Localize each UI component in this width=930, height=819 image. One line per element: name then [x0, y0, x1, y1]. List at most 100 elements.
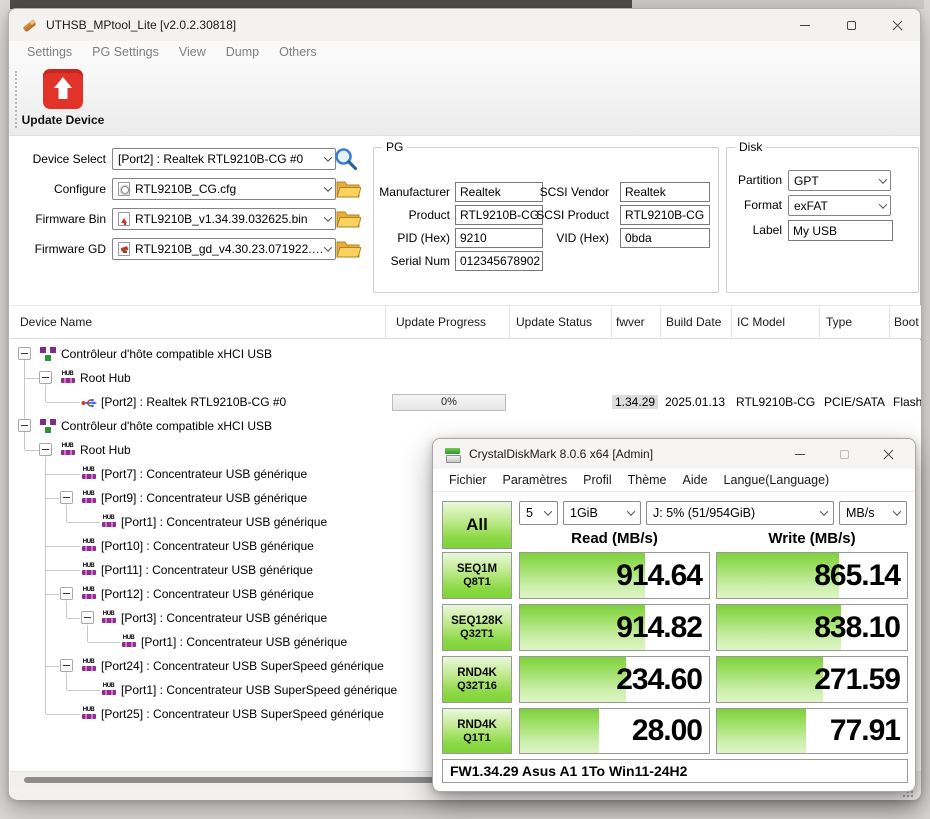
read-value: 914.82 — [616, 611, 702, 645]
volume-label-field[interactable]: My USB — [788, 220, 893, 241]
tree-row-controller-1[interactable]: Contrôleur d'hôte compatible xHCI USB — [10, 342, 921, 366]
update-device-button[interactable]: Update Device — [19, 69, 107, 127]
disk-groupbox: Disk Partition GPT Format exFAT Label My… — [726, 147, 919, 293]
menu-view[interactable]: View — [169, 45, 216, 59]
collapse-toggle-icon[interactable] — [60, 587, 73, 600]
test-name: SEQ1M — [457, 563, 497, 575]
disk-app-icon — [445, 447, 461, 462]
col-fwver[interactable]: fwver — [616, 315, 645, 329]
menu-parametres[interactable]: Paramètres — [495, 473, 576, 487]
menu-others[interactable]: Others — [269, 45, 327, 59]
cdm-menubar: Fichier Paramètres Profil Thème Aide Lan… — [433, 469, 915, 492]
crystaldiskmark-window: CrystalDiskMark 8.0.6 x64 [Admin] Fichie… — [432, 438, 916, 792]
unit-value: MB/s — [846, 506, 874, 520]
menu-pg-settings[interactable]: PG Settings — [82, 45, 169, 59]
read-value: 914.64 — [616, 559, 702, 593]
browse-config-folder-icon[interactable] — [335, 178, 361, 200]
test-count-combobox[interactable]: 5 — [519, 501, 558, 525]
device-select-combobox[interactable]: [Port2] : Realtek RTL9210B-CG #0 — [112, 148, 336, 170]
tree-row-root-hub-1[interactable]: Root Hub — [10, 366, 921, 390]
collapse-toggle-icon[interactable] — [18, 419, 31, 432]
configure-combobox[interactable]: RTL9210B_CG.cfg — [112, 178, 336, 200]
close-button[interactable] — [874, 9, 920, 41]
minimize-button[interactable] — [785, 439, 815, 469]
col-ic-model[interactable]: IC Model — [737, 315, 785, 329]
serial-num-field[interactable]: 012345678902 — [455, 251, 543, 271]
product-field[interactable]: RTL9210B-CG — [455, 205, 543, 225]
tree-row-label: [Port1] : Concentrateur USB SuperSpeed g… — [121, 683, 397, 697]
usb-drive-app-icon — [21, 17, 38, 34]
col-build-date[interactable]: Build Date — [666, 315, 721, 329]
build-date-cell: 2025.01.13 — [665, 395, 725, 409]
format-combobox[interactable]: exFAT — [788, 195, 891, 216]
rnd4k1-write-cell: 77.91 — [716, 708, 908, 754]
tree-row-controller-2[interactable]: Contrôleur d'hôte compatible xHCI USB — [10, 414, 921, 438]
tree-row-label: [Port24] : Concentrateur USB SuperSpeed … — [101, 659, 384, 673]
type-cell: PCIE/SATA — [824, 395, 885, 409]
browse-firmware-bin-folder-icon[interactable] — [335, 208, 361, 230]
pid-field[interactable]: 9210 — [455, 228, 543, 248]
collapse-toggle-icon[interactable] — [39, 443, 52, 456]
read-value: 234.60 — [616, 663, 702, 697]
close-button[interactable] — [873, 439, 903, 469]
collapse-toggle-icon[interactable] — [60, 659, 73, 672]
col-device-name[interactable]: Device Name — [20, 315, 92, 329]
chevron-down-icon — [893, 507, 901, 515]
collapse-toggle-icon[interactable] — [60, 491, 73, 504]
menu-settings[interactable]: Settings — [17, 45, 82, 59]
seq128k-write-cell: 838.10 — [716, 604, 908, 651]
tree-row-label: [Port2] : Realtek RTL9210B-CG #0 — [101, 395, 286, 409]
menu-dump[interactable]: Dump — [216, 45, 269, 59]
browse-firmware-gd-folder-icon[interactable] — [335, 238, 361, 260]
collapse-toggle-icon[interactable] — [18, 347, 31, 360]
firmware-bin-combobox[interactable]: RTL9210B_v1.34.39.032625.bin — [112, 208, 336, 230]
seq128k-q32t1-button[interactable]: SEQ128K Q32T1 — [442, 604, 512, 651]
vid-field[interactable]: 0bda — [620, 228, 710, 248]
run-all-button[interactable]: All — [442, 501, 512, 549]
scsi-vendor-field[interactable]: Realtek — [620, 182, 710, 202]
seq1m-q8t1-button[interactable]: SEQ1M Q8T1 — [442, 552, 512, 599]
firmware-gd-label: Firmware GD — [19, 238, 106, 260]
firmware-gd-value: RTL9210B_gd_v4.30.23.071922.bin — [135, 242, 325, 256]
update-progress-bar: 0% — [392, 394, 506, 411]
comment-field[interactable]: FW1.34.29 Asus A1 1To Win11-24H2 — [442, 759, 908, 783]
test-size-combobox[interactable]: 1GiB — [563, 501, 641, 525]
partition-combobox[interactable]: GPT — [788, 170, 891, 191]
collapse-toggle-icon[interactable] — [81, 611, 94, 624]
tree-row-port2-device[interactable]: [Port2] : Realtek RTL9210B-CG #0 0% 1.34… — [10, 390, 921, 414]
test-size-value: 1GiB — [570, 506, 598, 520]
usb-hub-icon — [81, 539, 96, 552]
disk-group-title: Disk — [735, 140, 766, 154]
toolbar-grip[interactable] — [15, 71, 17, 128]
collapse-toggle-icon[interactable] — [39, 371, 52, 384]
menu-fichier[interactable]: Fichier — [441, 473, 495, 487]
menu-langue[interactable]: Langue(Language) — [716, 473, 838, 487]
menu-theme[interactable]: Thème — [620, 473, 675, 487]
rnd4k-q32t16-button[interactable]: RND4K Q32T16 — [442, 656, 512, 703]
firmware-gd-combobox[interactable]: RTL9210B_gd_v4.30.23.071922.bin — [112, 238, 336, 260]
seq1m-read-cell: 914.64 — [519, 552, 710, 599]
col-update-status[interactable]: Update Status — [516, 315, 592, 329]
target-drive-combobox[interactable]: J: 5% (51/954GiB) — [646, 501, 834, 525]
maximize-button[interactable] — [828, 9, 874, 41]
scsi-product-value: RTL9210B-CG — [625, 208, 704, 222]
product-label: Product — [374, 205, 450, 225]
menu-profil[interactable]: Profil — [575, 473, 619, 487]
mptool-titlebar: UTHSB_MPtool_Lite [v2.0.2.30818] — [9, 9, 920, 41]
search-device-icon[interactable] — [333, 146, 359, 172]
column-divider — [660, 306, 661, 338]
minimize-button[interactable] — [782, 9, 828, 41]
rnd4k-q1t1-button[interactable]: RND4K Q1T1 — [442, 708, 512, 754]
result-bar-fill — [520, 657, 626, 702]
col-update-progress[interactable]: Update Progress — [396, 315, 486, 329]
col-boot[interactable]: Boot — [894, 315, 919, 329]
col-type[interactable]: Type — [826, 315, 852, 329]
menu-aide[interactable]: Aide — [675, 473, 716, 487]
tree-row-label: [Port10] : Concentrateur USB générique — [101, 539, 314, 553]
scsi-product-field[interactable]: RTL9210B-CG — [620, 205, 710, 225]
unit-combobox[interactable]: MB/s — [839, 501, 907, 525]
tree-row-label: [Port7] : Concentrateur USB générique — [101, 467, 307, 481]
firmware-bin-label: Firmware Bin — [19, 208, 106, 230]
manufacturer-field[interactable]: Realtek — [455, 182, 543, 202]
test-name: SEQ128K — [451, 615, 503, 627]
